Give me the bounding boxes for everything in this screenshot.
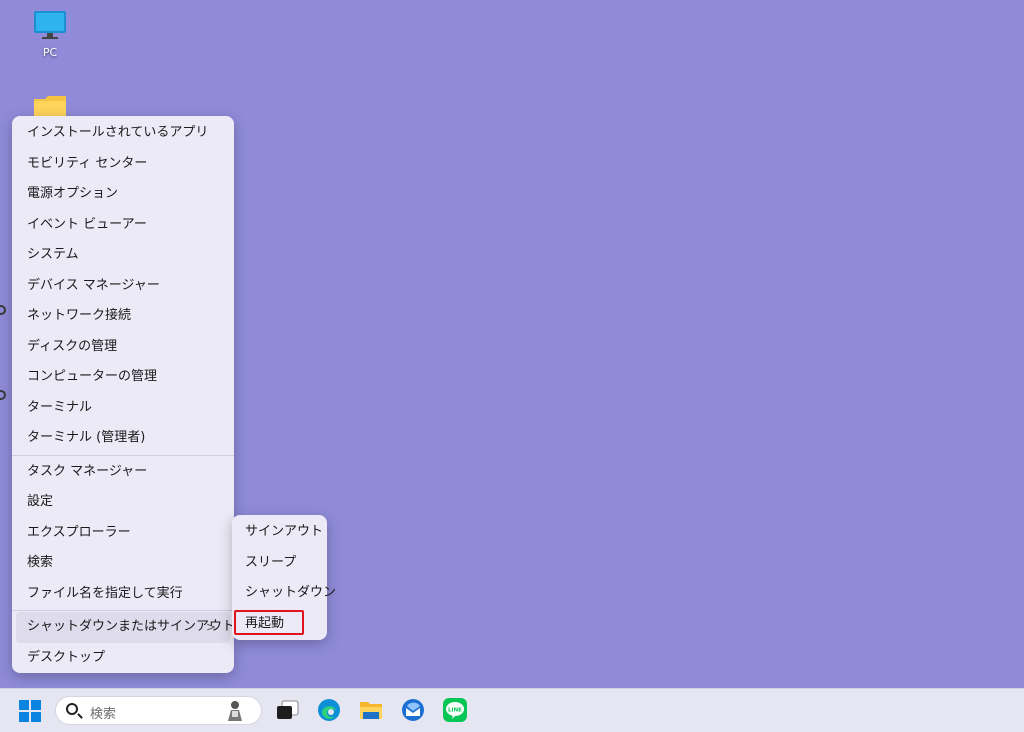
menu-item-event-viewer[interactable]: イベント ビューアー xyxy=(12,210,234,241)
quick-link-menu: インストールされているアプリ モビリティ センター 電源オプション イベント ビ… xyxy=(12,116,235,674)
line-icon[interactable]: LINE xyxy=(442,697,468,723)
submenu-item-shutdown[interactable]: シャットダウン xyxy=(232,578,336,609)
folder-icon xyxy=(34,96,66,117)
menu-item-disk-management[interactable]: ディスクの管理 xyxy=(12,332,234,363)
restart-highlight-annotation xyxy=(234,610,304,635)
task-view-icon[interactable] xyxy=(274,697,300,723)
taskbar-search[interactable]: 検索 xyxy=(55,696,262,725)
start-button[interactable] xyxy=(19,700,41,722)
menu-item-settings[interactable]: 設定 xyxy=(12,487,234,518)
search-placeholder: 検索 xyxy=(90,707,117,722)
desktop-icon-pc[interactable]: PC xyxy=(28,9,72,59)
menu-item-shutdown-or-signout[interactable]: シャットダウンまたはサインアウト > xyxy=(16,612,235,643)
windows-logo-icon xyxy=(19,700,29,710)
edge-icon[interactable] xyxy=(316,697,342,723)
thunderbird-icon[interactable] xyxy=(400,697,426,723)
search-highlight-icon xyxy=(228,701,242,721)
menu-item-terminal-admin[interactable]: ターミナル (管理者) xyxy=(12,423,234,454)
menu-item-installed-apps[interactable]: インストールされているアプリ xyxy=(12,118,234,149)
search-icon xyxy=(66,703,78,715)
file-explorer-icon[interactable] xyxy=(358,697,384,723)
windows-logo-icon xyxy=(19,712,29,722)
windows-logo-icon xyxy=(31,712,41,722)
taskbar: 検索 LINE xyxy=(0,688,1024,732)
menu-separator xyxy=(12,610,234,611)
menu-item-label: シャットダウンまたはサインアウト xyxy=(27,619,236,634)
menu-item-network-connections[interactable]: ネットワーク接続 xyxy=(12,301,234,332)
menu-item-task-manager[interactable]: タスク マネージャー xyxy=(12,457,234,488)
menu-item-search[interactable]: 検索 xyxy=(12,548,234,579)
menu-item-power-options[interactable]: 電源オプション xyxy=(12,179,234,210)
desktop-icon-label: PC xyxy=(42,46,58,59)
menu-item-run[interactable]: ファイル名を指定して実行 xyxy=(12,579,234,610)
monitor-icon xyxy=(34,11,66,39)
windows-logo-icon xyxy=(31,700,41,710)
menu-item-device-manager[interactable]: デバイス マネージャー xyxy=(12,271,234,302)
menu-item-computer-management[interactable]: コンピューターの管理 xyxy=(12,362,234,393)
desktop-edge-icon xyxy=(0,305,8,315)
menu-separator xyxy=(12,454,234,456)
menu-item-desktop[interactable]: デスクトップ xyxy=(12,643,234,674)
svg-text:LINE: LINE xyxy=(448,708,462,714)
submenu-item-signout[interactable]: サインアウト xyxy=(232,517,327,548)
menu-item-system[interactable]: システム xyxy=(12,240,234,271)
menu-item-mobility-center[interactable]: モビリティ センター xyxy=(12,149,234,180)
menu-item-terminal[interactable]: ターミナル xyxy=(12,393,234,424)
chevron-right-icon: > xyxy=(205,620,216,634)
desktop-edge-icon xyxy=(0,390,8,400)
menu-item-file-explorer[interactable]: エクスプローラー xyxy=(12,518,234,549)
submenu-item-sleep[interactable]: スリープ xyxy=(232,548,327,579)
